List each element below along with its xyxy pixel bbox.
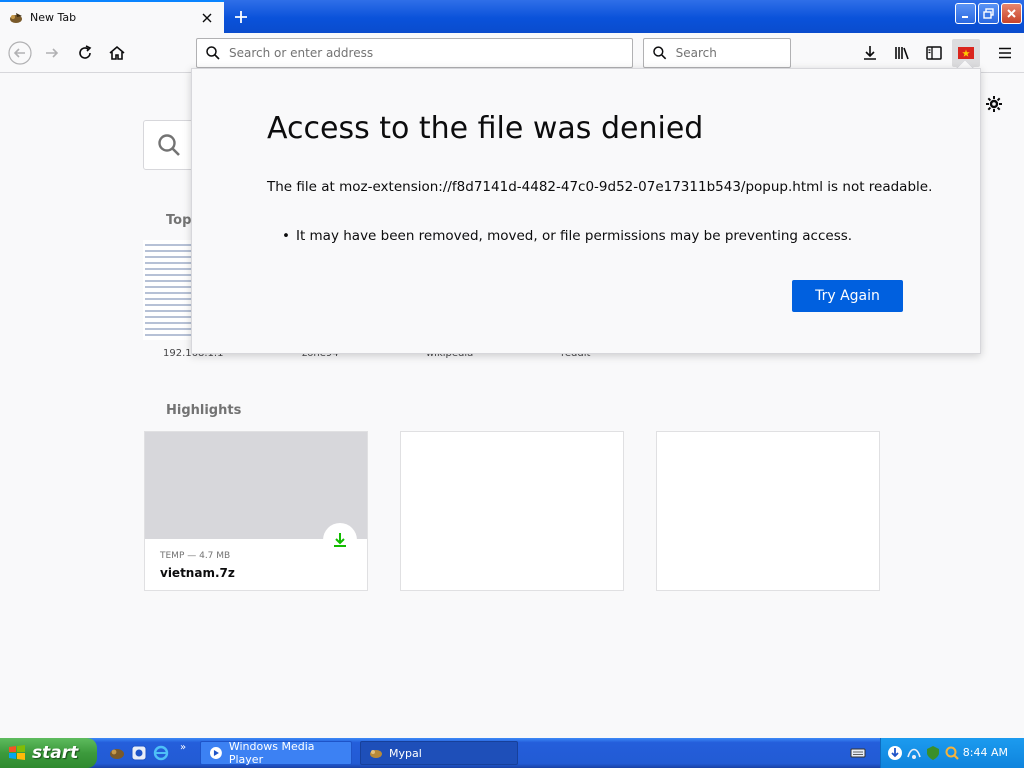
magnifier-tray-icon[interactable] bbox=[944, 745, 960, 761]
library-button[interactable] bbox=[888, 39, 916, 67]
extension-popup: Access to the file was denied The file a… bbox=[191, 68, 981, 354]
top-sites-heading: Top bbox=[166, 213, 192, 228]
search-bar[interactable] bbox=[643, 38, 791, 68]
url-bar[interactable] bbox=[196, 38, 633, 68]
settings-gear-icon[interactable] bbox=[984, 94, 1004, 114]
close-window-button[interactable] bbox=[1001, 3, 1022, 24]
download-tray-icon[interactable] bbox=[887, 745, 903, 761]
network-icon[interactable] bbox=[906, 745, 922, 761]
vietnam-flag-icon bbox=[958, 47, 974, 59]
minimize-button[interactable] bbox=[955, 3, 976, 24]
media-quicklaunch-icon[interactable] bbox=[130, 744, 148, 762]
windows-media-player-icon bbox=[209, 747, 222, 759]
search-icon bbox=[206, 46, 220, 60]
mypal-quicklaunch-icon[interactable] bbox=[108, 744, 126, 762]
reload-button[interactable] bbox=[71, 39, 99, 67]
highlights-heading: Highlights bbox=[166, 403, 242, 418]
forward-button[interactable] bbox=[38, 39, 66, 67]
minimize-icon bbox=[961, 15, 968, 18]
restore-icon bbox=[983, 8, 994, 19]
home-button[interactable] bbox=[103, 39, 131, 67]
security-shield-icon[interactable] bbox=[925, 745, 941, 761]
error-bullet: It may have been removed, moved, or file… bbox=[282, 228, 852, 244]
top-site-thumbnail[interactable] bbox=[143, 240, 195, 340]
download-icon bbox=[864, 46, 876, 60]
start-button[interactable]: start bbox=[0, 738, 97, 768]
system-tray: 8:44 AM bbox=[880, 738, 1024, 768]
home-icon bbox=[109, 45, 125, 60]
new-tab-button[interactable] bbox=[228, 4, 254, 30]
arrow-right-icon bbox=[46, 48, 59, 58]
download-badge bbox=[323, 523, 357, 557]
title-bar: New Tab bbox=[0, 0, 1024, 33]
back-button[interactable] bbox=[6, 39, 34, 67]
keyboard-icon[interactable] bbox=[850, 745, 866, 761]
download-icon bbox=[334, 533, 346, 547]
error-title: Access to the file was denied bbox=[267, 111, 704, 146]
task-windows-media-player[interactable]: Windows Media Player bbox=[200, 740, 352, 766]
reload-icon bbox=[79, 45, 92, 59]
highlight-context: TEMP — 4.7 MB bbox=[160, 551, 231, 561]
task-mypal[interactable]: Mypal bbox=[360, 741, 518, 765]
url-input[interactable] bbox=[229, 46, 592, 60]
highlight-title: vietnam.7z bbox=[160, 566, 235, 580]
navigation-toolbar bbox=[0, 33, 1024, 73]
highlight-card[interactable]: TEMP — 4.7 MB vietnam.7z bbox=[144, 431, 368, 591]
highlight-card-empty bbox=[400, 431, 624, 591]
quicklaunch-chevron-icon[interactable]: » bbox=[180, 742, 186, 753]
tab-title: New Tab bbox=[30, 11, 77, 24]
search-icon bbox=[158, 134, 180, 156]
close-icon bbox=[1007, 9, 1016, 18]
highlight-card-empty bbox=[656, 431, 880, 591]
mypal-icon bbox=[370, 750, 382, 758]
restore-button[interactable] bbox=[978, 3, 999, 24]
sidebar-button[interactable] bbox=[920, 39, 948, 67]
try-again-button[interactable]: Try Again bbox=[792, 280, 903, 312]
downloads-button[interactable] bbox=[856, 39, 884, 67]
start-label: start bbox=[32, 743, 79, 763]
windows-logo-icon bbox=[9, 745, 25, 760]
plus-icon bbox=[235, 11, 247, 23]
sidebar-icon bbox=[926, 46, 942, 60]
tab-new-tab[interactable]: New Tab bbox=[0, 0, 224, 33]
error-description: The file at moz-extension://f8d7141d-448… bbox=[267, 179, 933, 195]
internet-explorer-icon[interactable] bbox=[152, 744, 170, 762]
task-label: Windows Media Player bbox=[228, 740, 315, 766]
search-input[interactable] bbox=[675, 46, 790, 60]
library-icon bbox=[895, 47, 909, 60]
task-label: Mypal bbox=[389, 746, 422, 760]
taskbar: start » Windows Media Player Mypal 8:44 … bbox=[0, 738, 1024, 768]
arrow-left-icon bbox=[8, 41, 32, 65]
hamburger-menu-icon bbox=[999, 47, 1011, 59]
menu-button[interactable] bbox=[991, 39, 1019, 67]
close-tab-icon[interactable] bbox=[196, 7, 218, 29]
mypal-icon bbox=[10, 12, 22, 23]
clock: 8:44 AM bbox=[962, 746, 1008, 759]
search-icon bbox=[653, 46, 667, 60]
